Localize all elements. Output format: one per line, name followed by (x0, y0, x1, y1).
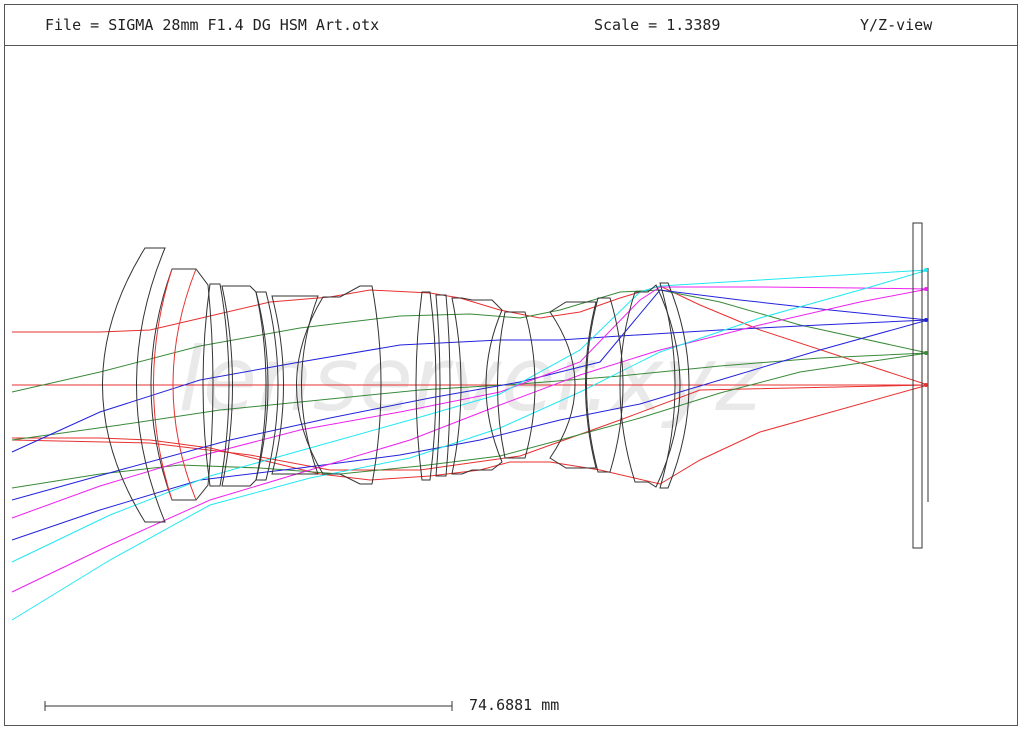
scale-bar (44, 701, 453, 711)
focus-points (924, 268, 928, 387)
lens-diagram: lenserver.xyz (11, 222, 929, 711)
scale-bar-label: 74.6881 mm (469, 696, 560, 714)
